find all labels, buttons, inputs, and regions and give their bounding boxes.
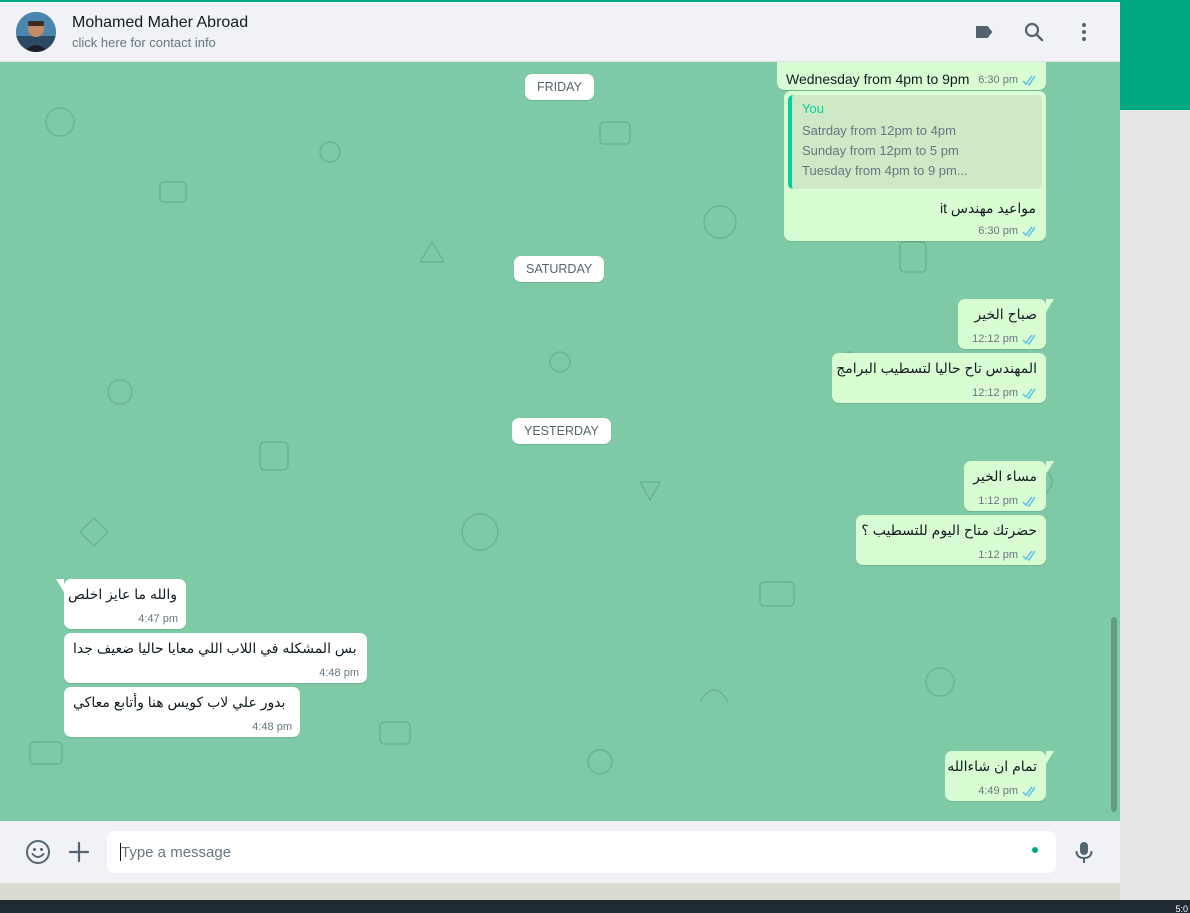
message-time: 6:30 pm — [978, 225, 1018, 237]
input-status-dot — [1032, 847, 1038, 853]
message-text: تمام ان شاءالله — [947, 758, 1037, 774]
message-text: المهندس تاح حاليا لتسطيب البرامج — [836, 360, 1037, 376]
double-check-icon — [1022, 334, 1036, 345]
message-meta: 4:48 pm — [319, 667, 359, 679]
message-incoming[interactable]: بس المشكله في اللاب اللي معايا حاليا ضعي… — [64, 633, 367, 683]
double-check-icon — [1022, 496, 1036, 507]
message-incoming[interactable]: والله ما عايز اخلص 4:47 pm — [56, 579, 186, 629]
message-outgoing[interactable]: المهندس تاح حاليا لتسطيب البرامج 12:12 p… — [832, 353, 1046, 403]
avatar[interactable] — [16, 12, 56, 52]
quoted-line: Satrday from 12pm to 4pm — [802, 123, 956, 138]
text-caret — [120, 843, 121, 861]
message-outgoing[interactable]: صباح الخير 12:12 pm — [958, 299, 1054, 349]
message-meta: 6:30 pm — [978, 74, 1038, 86]
message-meta: 4:47 pm — [138, 613, 178, 625]
double-check-icon — [1022, 550, 1036, 561]
message-text: صباح الخير — [974, 306, 1037, 322]
message-outgoing-reply[interactable]: You Satrday from 12pm to 4pm Sunday from… — [784, 91, 1046, 241]
quoted-line: Tuesday from 4pm to 9 pm... — [802, 163, 968, 178]
message-meta: 1:12 pm — [978, 549, 1038, 561]
double-check-icon — [1022, 786, 1036, 797]
message-scrollbar[interactable] — [1111, 617, 1117, 812]
emoji-icon[interactable] — [25, 839, 51, 865]
message-outgoing[interactable]: Wednesday from 4pm to 9pm 6:30 pm — [777, 62, 1046, 90]
side-accent-panel — [1120, 0, 1190, 110]
double-check-icon — [1022, 388, 1036, 399]
message-time: 4:48 pm — [252, 721, 292, 733]
os-taskbar — [0, 900, 1190, 913]
chat-panel: Mohamed Maher Abroad click here for cont… — [0, 2, 1120, 883]
message-outgoing[interactable]: حضرتك متاح اليوم للتسطيب ؟ 1:12 pm — [856, 515, 1046, 565]
message-meta: 4:49 pm — [978, 785, 1038, 797]
message-text: بس المشكله في اللاب اللي معايا حاليا ضعي… — [73, 640, 357, 656]
message-outgoing[interactable]: تمام ان شاءالله 4:49 pm — [945, 751, 1054, 801]
side-grey-panel — [1120, 110, 1190, 900]
message-time: 12:12 pm — [972, 387, 1018, 399]
label-icon[interactable] — [972, 20, 996, 44]
message-meta: 12:12 pm — [972, 387, 1038, 399]
message-text: مساء الخير — [973, 468, 1037, 484]
message-input[interactable] — [107, 831, 1056, 873]
date-chip-friday: FRIDAY — [525, 74, 594, 100]
message-text: حضرتك متاح اليوم للتسطيب ؟ — [861, 522, 1037, 538]
message-list[interactable]: FRIDAY Wednesday from 4pm to 9pm 6:30 pm… — [0, 62, 1120, 821]
search-icon[interactable] — [1022, 20, 1046, 44]
taskbar-clock: 5:0 — [1175, 904, 1188, 913]
message-outgoing[interactable]: مساء الخير 1:12 pm — [964, 461, 1054, 511]
message-meta: 6:30 pm — [978, 225, 1038, 237]
message-time: 1:12 pm — [978, 549, 1018, 561]
message-text: بدور علي لاب كويس هنا وأتابع معاكي — [73, 694, 286, 710]
quoted-message[interactable]: You Satrday from 12pm to 4pm Sunday from… — [788, 95, 1042, 189]
microphone-icon[interactable] — [1071, 839, 1097, 865]
contact-name: Mohamed Maher Abroad — [72, 14, 249, 31]
contact-info[interactable]: Mohamed Maher Abroad click here for cont… — [72, 14, 248, 50]
attach-plus-icon[interactable] — [66, 839, 92, 865]
message-meta: 4:48 pm — [252, 721, 292, 733]
chat-header[interactable]: Mohamed Maher Abroad click here for cont… — [0, 2, 1120, 62]
double-check-icon — [1022, 226, 1036, 237]
message-time: 12:12 pm — [972, 333, 1018, 345]
quoted-line: Sunday from 12pm to 5 pm — [802, 143, 959, 158]
message-time: 6:30 pm — [978, 74, 1018, 86]
avatar-image — [16, 12, 56, 52]
message-meta: 12:12 pm — [972, 333, 1038, 345]
contact-subtitle: click here for contact info — [72, 35, 216, 50]
message-text: والله ما عايز اخلص — [67, 586, 177, 602]
date-chip-saturday: SATURDAY — [514, 256, 605, 282]
message-time: 4:48 pm — [319, 667, 359, 679]
date-chip-yesterday: YESTERDAY — [512, 418, 611, 444]
message-composer — [0, 821, 1120, 883]
message-meta: 1:12 pm — [978, 495, 1038, 507]
menu-icon[interactable] — [1072, 20, 1096, 44]
message-time: 4:49 pm — [978, 785, 1018, 797]
message-incoming[interactable]: بدور علي لاب كويس هنا وأتابع معاكي 4:48 … — [64, 687, 300, 737]
message-time: 1:12 pm — [978, 495, 1018, 507]
message-text: مواعيد مهندس it — [940, 200, 1036, 216]
message-time: 4:47 pm — [138, 613, 178, 625]
quoted-author: You — [802, 101, 824, 116]
double-check-icon — [1022, 75, 1036, 86]
